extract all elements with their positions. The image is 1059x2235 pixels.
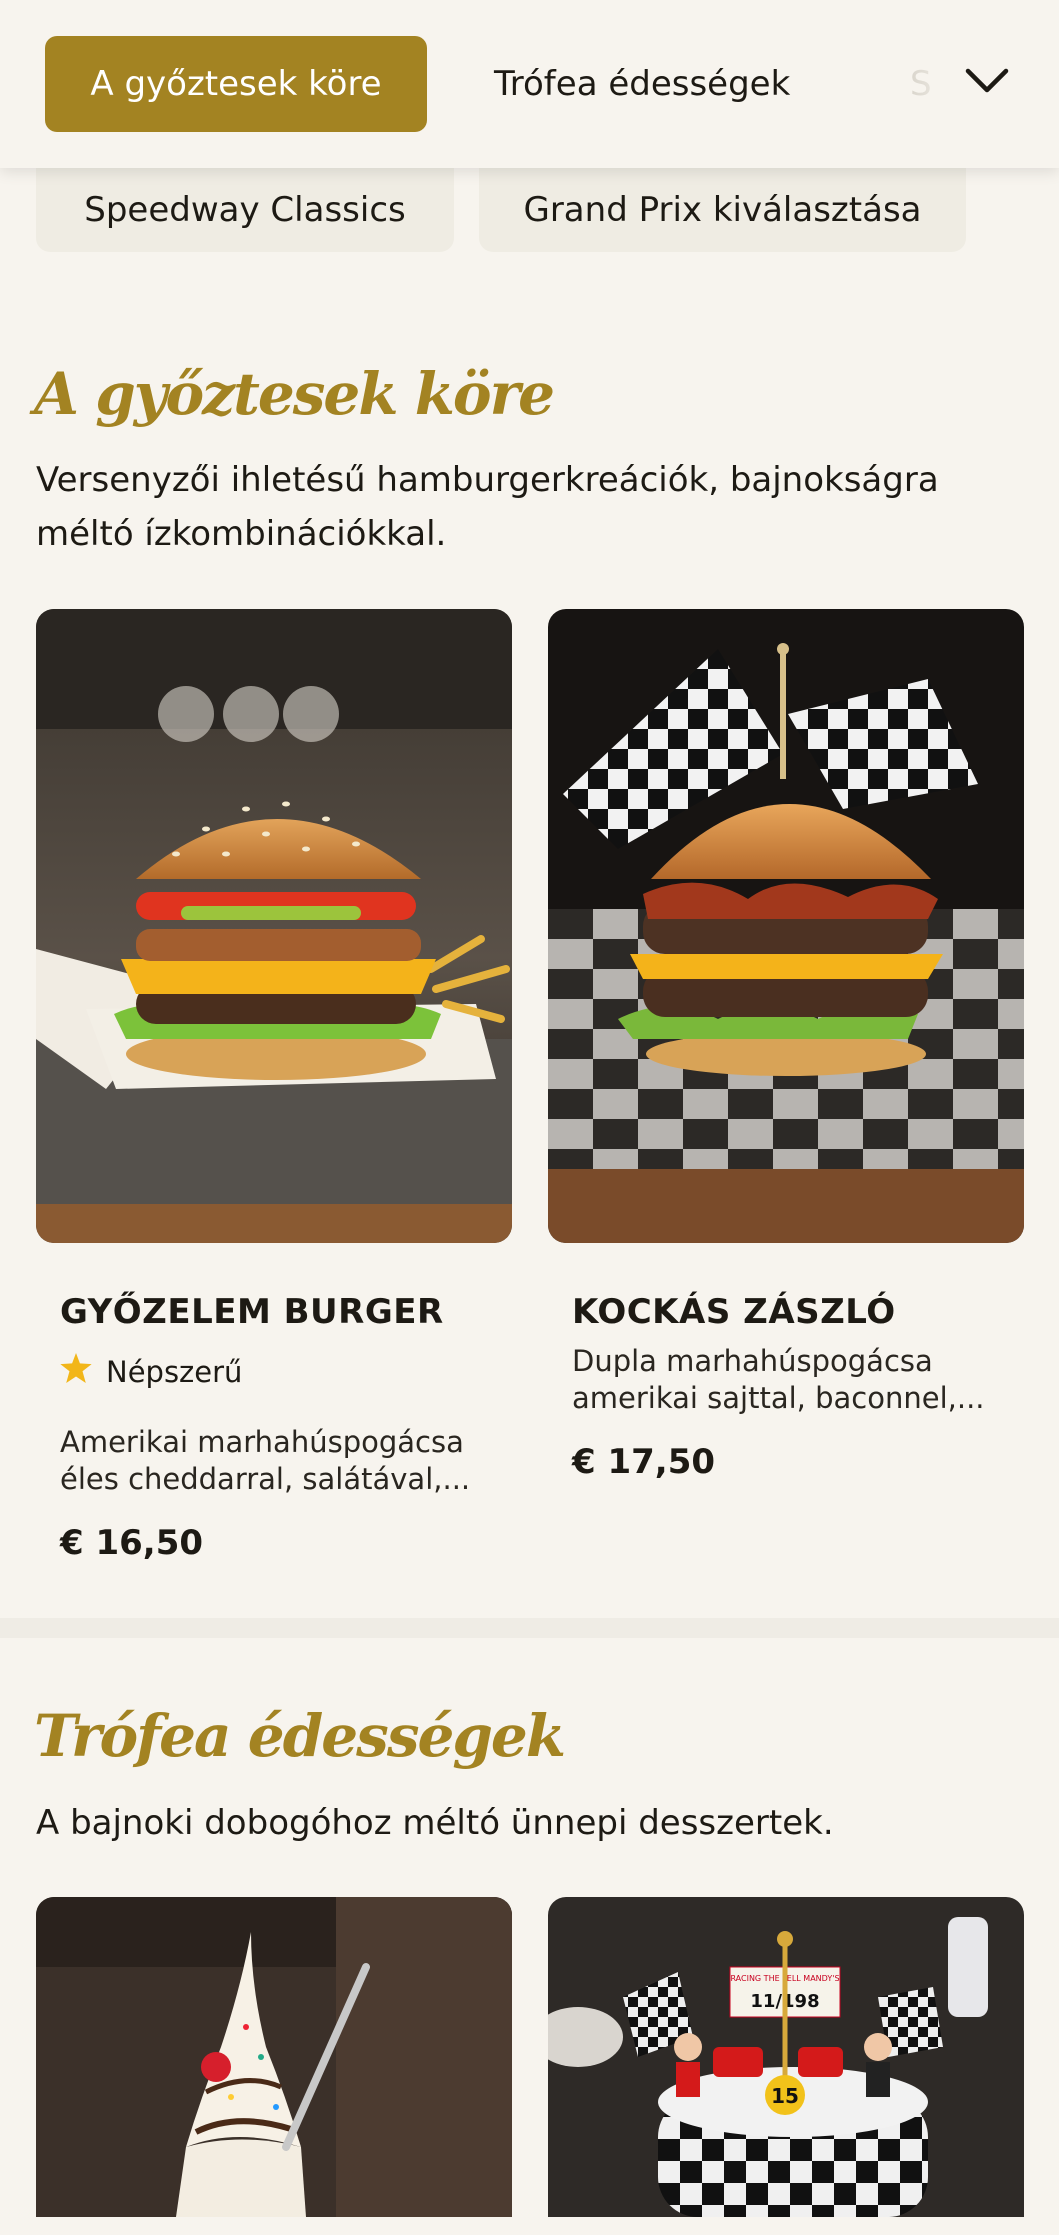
section-title-winners: A győztesek köre (34, 360, 555, 428)
item-price: € 16,50 (60, 1523, 204, 1563)
popular-badge: Népszerű (60, 1353, 242, 1390)
sundae-image[interactable] (36, 1897, 512, 2217)
chip-speedway-classics[interactable]: Speedway Classics (36, 168, 454, 252)
checkered-cake-image[interactable]: RACING THE FELL MANDY'S 11/198 15 (548, 1897, 1024, 2217)
section-description-trophy-desserts: A bajnoki dobogóhoz méltó ünnepi desszer… (36, 1803, 834, 1843)
tab-winners-circle[interactable]: A győztesek köre (45, 36, 427, 132)
item-price: € 17,50 (572, 1442, 716, 1482)
badge-label: Népszerű (106, 1354, 243, 1389)
item-description: Amerikai marhahúspogácsa éles cheddarral… (60, 1425, 471, 1496)
section-description-winners: Versenyzői ihletésű hamburgerkreációk, b… (36, 460, 939, 554)
category-nav: A győztesek köre Trófea édességek S (0, 0, 1059, 168)
item-name[interactable]: GYŐZELEM BURGER (60, 1292, 444, 1332)
item-name[interactable]: KOCKÁS ZÁSZLÓ (572, 1292, 896, 1332)
section-divider (0, 1618, 1059, 1638)
victory-burger-image[interactable] (36, 609, 512, 1243)
cake-number-badge: 15 (771, 2084, 799, 2108)
star-icon (60, 1353, 92, 1390)
chip-grand-prix[interactable]: Grand Prix kiválasztása (479, 168, 966, 252)
subcategory-chips: Speedway Classics Grand Prix kiválasztás… (0, 168, 1059, 258)
chevron-down-icon[interactable] (962, 56, 1012, 106)
item-description: Dupla marhahúspogácsa amerikai sajttal, … (572, 1344, 985, 1415)
section-title-trophy-desserts: Trófea édességek (34, 1702, 566, 1770)
tab-trophy-desserts[interactable]: Trófea édességek (494, 36, 790, 132)
checkered-flag-burger-image[interactable] (548, 609, 1024, 1243)
